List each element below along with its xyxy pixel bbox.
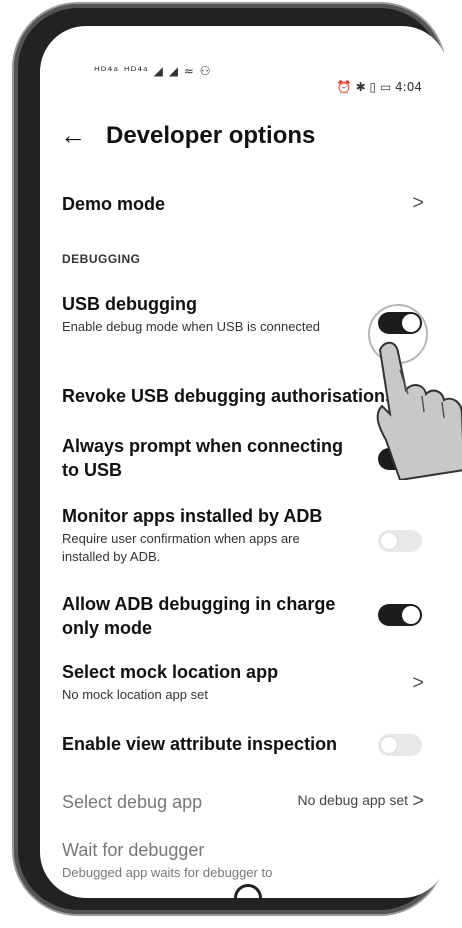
usb-debugging-label: USB debugging: [62, 294, 197, 314]
header: ← Developer options: [40, 116, 448, 166]
signal-icons: ᴴᴰ⁴ᵃ ᴴᴰ⁴ᵃ ◢ ◢ ≈ ⚇: [94, 64, 212, 78]
view-attribute-toggle[interactable]: [378, 734, 422, 756]
demo-mode-label: Demo mode: [62, 194, 166, 214]
mock-location-row[interactable]: Select mock location app No mock locatio…: [62, 660, 428, 704]
charge-only-label: Allow ADB debugging in charge only mode: [62, 594, 336, 638]
charge-only-toggle[interactable]: [378, 604, 422, 626]
monitor-apps-sub: Require user confirmation when apps are …: [62, 531, 300, 564]
usb-debugging-sub: Enable debug mode when USB is connected: [62, 319, 321, 334]
status-bar: ᴴᴰ⁴ᵃ ᴴᴰ⁴ᵃ ◢ ◢ ≈ ⚇ ⏰ ✱ ▯ ▭ 4:04: [40, 26, 448, 96]
monitor-apps-label: Monitor apps installed by ADB: [62, 506, 323, 526]
chevron-right-icon: >: [412, 672, 424, 694]
back-arrow-icon[interactable]: ←: [60, 120, 86, 151]
status-right: ⏰ ✱ ▯ ▭ 4:04: [336, 80, 422, 94]
chevron-right-icon: >: [412, 192, 424, 214]
charge-only-row[interactable]: Allow ADB debugging in charge only mode: [62, 592, 428, 640]
pointing-hand-icon: [376, 341, 462, 480]
wait-debugger-sub: Debugged app waits for debugger to: [62, 865, 273, 880]
debug-app-row[interactable]: Select debug app No debug app set >: [62, 790, 428, 814]
home-indicator[interactable]: [234, 884, 262, 898]
wait-debugger-label: Wait for debugger: [62, 840, 205, 860]
demo-mode-row[interactable]: Demo mode >: [62, 192, 428, 216]
view-attribute-row[interactable]: Enable view attribute inspection: [62, 732, 428, 756]
wait-debugger-row[interactable]: Wait for debugger Debugged app waits for…: [62, 838, 428, 882]
view-attribute-label: Enable view attribute inspection: [62, 734, 338, 754]
monitor-apps-row[interactable]: Monitor apps installed by ADB Require us…: [62, 504, 428, 566]
mock-location-sub: No mock location app set: [62, 687, 208, 702]
section-header-debugging: DEBUGGING: [62, 252, 141, 266]
debug-app-value: No debug app set: [297, 792, 408, 808]
monitor-apps-toggle[interactable]: [378, 530, 422, 552]
page-title: Developer options: [106, 122, 316, 149]
mock-location-label: Select mock location app: [62, 662, 279, 682]
chevron-right-icon: >: [412, 790, 424, 812]
always-prompt-label: Always prompt when connecting to USB: [62, 436, 344, 480]
